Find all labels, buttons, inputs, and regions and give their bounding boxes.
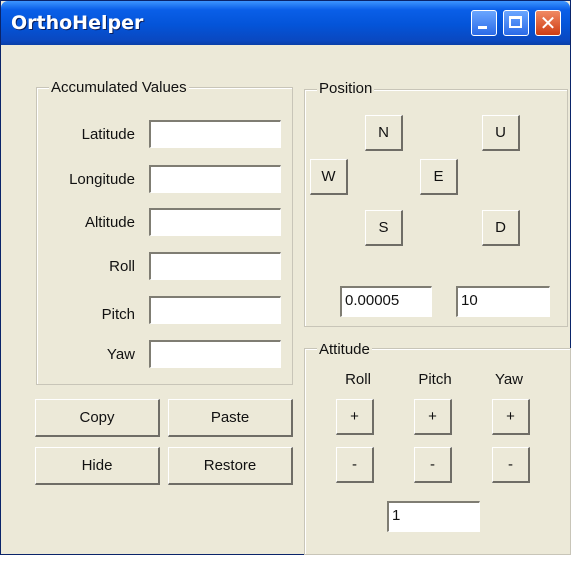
pitch-plus-button[interactable]: +: [414, 399, 452, 435]
yaw-plus-button[interactable]: +: [492, 399, 530, 435]
paste-button[interactable]: Paste: [168, 399, 293, 437]
roll-plus-button[interactable]: +: [336, 399, 374, 435]
copy-button[interactable]: Copy: [35, 399, 160, 437]
position-legend: Position: [317, 80, 375, 97]
horizontal-step-field[interactable]: 0.00005: [340, 286, 432, 317]
accumulated-values-legend: Accumulated Values: [49, 79, 189, 96]
up-button[interactable]: U: [482, 115, 520, 151]
pitch-minus-button[interactable]: -: [414, 447, 452, 483]
yaw-field[interactable]: [149, 340, 281, 368]
title-bar[interactable]: OrthoHelper ✕: [1, 1, 570, 45]
altitude-label: Altitude: [84, 214, 135, 231]
close-button[interactable]: ✕: [535, 10, 561, 36]
app-window: OrthoHelper ✕ Accumulated Values Latitud…: [0, 0, 571, 555]
minimize-icon: [478, 26, 487, 29]
attitude-roll-label: Roll: [345, 371, 371, 388]
attitude-yaw-label: Yaw: [494, 371, 524, 388]
maximize-button[interactable]: [503, 10, 529, 36]
west-button[interactable]: W: [310, 159, 348, 195]
roll-field[interactable]: [149, 252, 281, 280]
attitude-pitch-label: Pitch: [418, 371, 452, 388]
window-title: OrthoHelper: [11, 12, 144, 34]
north-button[interactable]: N: [365, 115, 403, 151]
close-icon: ✕: [539, 11, 557, 35]
restore-button[interactable]: Restore: [168, 447, 293, 485]
east-button[interactable]: E: [420, 159, 458, 195]
longitude-field[interactable]: [149, 165, 281, 193]
vertical-step-field[interactable]: 10: [456, 286, 550, 317]
pitch-label: Pitch: [101, 306, 135, 323]
attitude-step-field[interactable]: 1: [387, 501, 480, 532]
latitude-label: Latitude: [81, 126, 135, 143]
down-button[interactable]: D: [482, 210, 520, 246]
altitude-field[interactable]: [149, 208, 281, 236]
roll-minus-button[interactable]: -: [336, 447, 374, 483]
attitude-legend: Attitude: [317, 341, 372, 358]
pitch-field[interactable]: [149, 296, 281, 324]
hide-button[interactable]: Hide: [35, 447, 160, 485]
yaw-label: Yaw: [106, 346, 135, 363]
yaw-minus-button[interactable]: -: [492, 447, 530, 483]
roll-label: Roll: [109, 258, 135, 275]
longitude-label: Longitude: [69, 171, 135, 188]
latitude-field[interactable]: [149, 120, 281, 148]
minimize-button[interactable]: [471, 10, 497, 36]
south-button[interactable]: S: [365, 210, 403, 246]
maximize-icon: [509, 16, 522, 28]
